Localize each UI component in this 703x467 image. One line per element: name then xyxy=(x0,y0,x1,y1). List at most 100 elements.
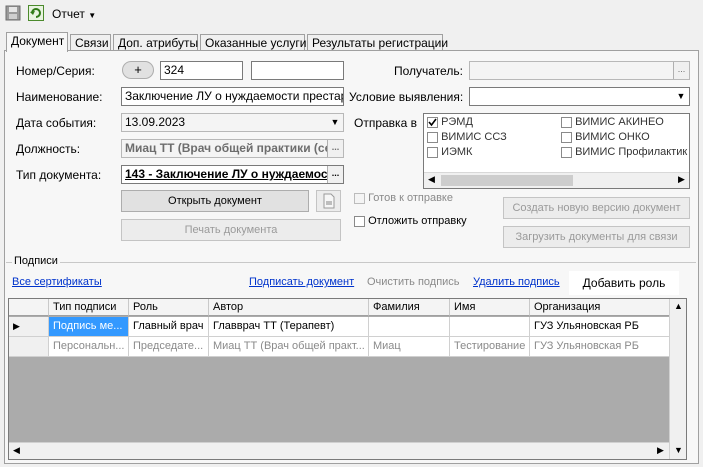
ellipsis-icon[interactable]: ... xyxy=(327,166,343,183)
column-header[interactable]: Автор xyxy=(209,299,369,316)
target-vimis-akineo[interactable]: ВИМИС АКИНЕО xyxy=(561,116,664,128)
sign-document-link[interactable]: Подписать документ xyxy=(249,276,354,288)
table-cell[interactable]: Миац xyxy=(369,337,450,357)
load-linked-docs-button: Загрузить документы для связи xyxy=(503,226,690,248)
chevron-down-icon: ▼ xyxy=(88,11,97,20)
delete-signature-link[interactable]: Удалить подпись xyxy=(473,276,560,288)
print-icon xyxy=(316,190,341,212)
scroll-right-icon[interactable]: ▶ xyxy=(678,174,685,185)
table-cell[interactable]: Председате... xyxy=(129,337,209,357)
row-selector[interactable]: ▶ xyxy=(9,317,49,337)
current-row-icon: ▶ xyxy=(13,321,20,331)
tab-services[interactable]: Оказанные услуги xyxy=(200,34,306,51)
targets-hscrollbar[interactable]: ◀ ▶ xyxy=(424,172,689,188)
recipient-label: Получатель: xyxy=(394,64,463,78)
checkbox-checked-icon[interactable] xyxy=(427,116,438,128)
table-cell[interactable]: Главврач ТТ (Терапевт) xyxy=(209,317,369,337)
target-vimis-ssz[interactable]: ВИМИС ССЗ xyxy=(427,131,507,143)
ready-label: Готов к отправке xyxy=(368,192,453,204)
report-label: Отчет xyxy=(52,7,85,21)
tab-registration-results[interactable]: Результаты регистрации xyxy=(307,34,448,51)
send-targets-list[interactable]: РЭМД ВИМИС АКИНЕО ВИМИС ССЗ ВИМИС ОНКО И… xyxy=(423,113,690,189)
checkbox-icon[interactable] xyxy=(354,215,365,227)
target-label: ВИМИС ССЗ xyxy=(441,131,507,143)
row-header-column xyxy=(9,299,49,316)
tab-extra-attributes[interactable]: Доп. атрибуты xyxy=(113,34,198,51)
target-label: ВИМИС Профилактик xyxy=(575,146,688,158)
table-cell[interactable]: Тестирование xyxy=(450,337,530,357)
date-input: 13.09.2023 ▼ xyxy=(121,113,344,132)
signatures-title: Подписи xyxy=(12,255,60,267)
column-header[interactable]: Фамилия xyxy=(369,299,450,316)
clear-signature-link: Очистить подпись xyxy=(367,276,460,288)
add-role-button[interactable]: Добавить роль xyxy=(569,271,679,295)
checkbox-icon[interactable] xyxy=(427,146,438,158)
add-number-button[interactable]: + xyxy=(122,61,154,79)
position-value: Миац ТТ (Врач общей практики (семейный xyxy=(125,141,343,155)
table-cell[interactable]: ГУЗ Ульяновская РБ xyxy=(530,317,670,337)
position-input: Миац ТТ (Врач общей практики (семейный .… xyxy=(121,139,344,158)
table-cell[interactable] xyxy=(450,317,530,337)
doctype-label: Тип документа: xyxy=(16,168,102,182)
ready-to-send: Готов к отправке xyxy=(354,192,453,204)
new-version-button: Создать новую версию документ xyxy=(503,197,690,219)
date-value: 13.09.2023 xyxy=(125,115,186,129)
checkbox-icon[interactable] xyxy=(427,131,438,143)
ellipsis-icon: ... xyxy=(673,62,689,79)
open-document-button[interactable]: Открыть документ xyxy=(121,190,309,212)
column-header[interactable]: Тип подписи xyxy=(49,299,129,316)
condition-label: Условие выявления: xyxy=(349,90,464,104)
series-input[interactable] xyxy=(251,61,344,80)
scroll-left-icon[interactable]: ◀ xyxy=(13,445,20,456)
doctype-input[interactable]: 143 - Заключение ЛУ о нуждаемости ... xyxy=(121,165,344,184)
name-input[interactable]: Заключение ЛУ о нуждаемости престарелого xyxy=(121,87,344,106)
table-hscrollbar[interactable]: ◀ ▶ xyxy=(9,442,669,459)
toolbar: Отчет ▼ xyxy=(0,0,703,28)
checkbox-icon[interactable] xyxy=(561,116,572,128)
target-label: ВИМИС АКИНЕО xyxy=(575,116,664,128)
table-cell[interactable]: Главный врач xyxy=(129,317,209,337)
table-cell[interactable] xyxy=(369,317,450,337)
target-label: ВИМИС ОНКО xyxy=(575,131,650,143)
target-vimis-prof[interactable]: ВИМИС Профилактик xyxy=(561,146,687,158)
scroll-thumb[interactable] xyxy=(441,175,573,186)
tab-document[interactable]: Документ xyxy=(6,32,68,52)
scroll-right-icon[interactable]: ▶ xyxy=(657,445,664,456)
target-remd[interactable]: РЭМД xyxy=(427,116,473,128)
target-vimis-onko[interactable]: ВИМИС ОНКО xyxy=(561,131,650,143)
postpone-send[interactable]: Отложить отправку xyxy=(354,215,467,227)
refresh-icon[interactable] xyxy=(28,5,44,21)
all-certificates-link[interactable]: Все сертификаты xyxy=(12,276,102,288)
position-label: Должность: xyxy=(16,142,81,156)
chevron-down-icon: ▼ xyxy=(330,117,340,127)
recipient-input: ... xyxy=(469,61,690,80)
report-menu[interactable]: Отчет ▼ xyxy=(52,7,96,21)
row-selector[interactable] xyxy=(9,337,49,357)
column-header[interactable]: Роль xyxy=(129,299,209,316)
target-label: ИЭМК xyxy=(441,146,473,158)
table-cell[interactable]: ГУЗ Ульяновская РБ xyxy=(530,337,670,357)
number-input[interactable]: 324 xyxy=(160,61,243,80)
scroll-left-icon[interactable]: ◀ xyxy=(428,174,435,185)
save-icon[interactable] xyxy=(5,5,21,21)
table-vscrollbar[interactable]: ▲ ▼ xyxy=(669,299,686,459)
checkbox-icon[interactable] xyxy=(561,131,572,143)
send-to-label: Отправка в xyxy=(354,116,417,130)
ellipsis-icon: ... xyxy=(327,140,343,157)
signatures-table[interactable]: Тип подписи Роль Автор Фамилия Имя Орган… xyxy=(8,298,687,460)
target-iemk[interactable]: ИЭМК xyxy=(427,146,472,158)
checkbox-icon[interactable] xyxy=(561,146,572,158)
scroll-down-icon[interactable]: ▼ xyxy=(674,445,683,455)
condition-select[interactable]: ▼ xyxy=(469,87,690,106)
tab-links[interactable]: Связи xyxy=(70,34,111,51)
scroll-up-icon[interactable]: ▲ xyxy=(674,301,683,311)
checkbox-icon xyxy=(354,192,365,204)
number-label: Номер/Серия: xyxy=(16,64,95,78)
table-cell[interactable]: Миац ТТ (Врач общей практ... xyxy=(209,337,369,357)
date-label: Дата события: xyxy=(16,116,97,130)
column-header[interactable]: Имя xyxy=(450,299,530,316)
table-cell[interactable]: Подпись ме... xyxy=(49,317,129,337)
table-cell[interactable]: Персональн... xyxy=(49,337,129,357)
column-header[interactable]: Организация xyxy=(530,299,670,316)
chevron-down-icon[interactable]: ▼ xyxy=(673,88,689,105)
